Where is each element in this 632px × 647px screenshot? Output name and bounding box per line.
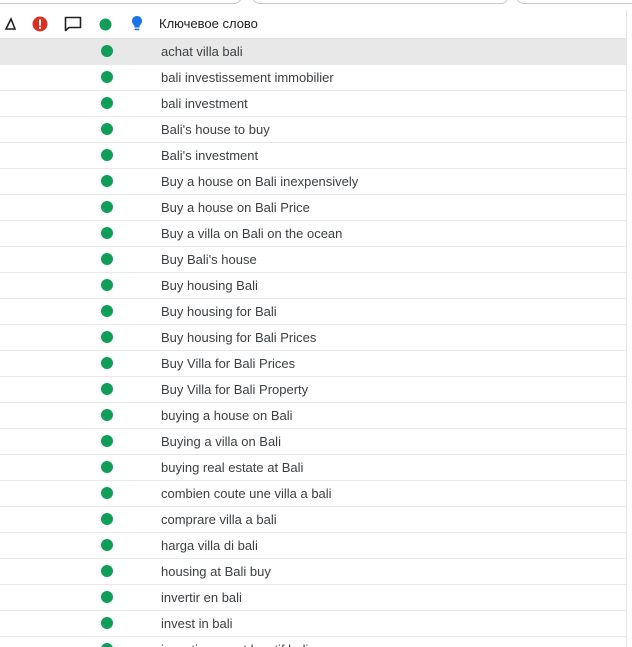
keyword-cell[interactable]: invest in bali	[161, 611, 233, 636]
keyword-cell[interactable]: housing at Bali buy	[161, 559, 271, 584]
status-dot-icon	[101, 565, 113, 577]
keyword-cell[interactable]: achat villa bali	[161, 39, 243, 64]
table-row[interactable]: Buy a villa on Bali on the ocean	[0, 221, 627, 247]
table-row[interactable]: Buy Villa for Bali Property	[0, 377, 627, 403]
table-row[interactable]: investissement locatif bali	[0, 637, 627, 647]
keyword-cell[interactable]: bali investissement immobilier	[161, 65, 334, 90]
status-dot-icon	[101, 461, 113, 473]
toolbar-control-edge[interactable]	[252, 0, 509, 4]
status-dot-icon	[101, 383, 113, 395]
table-row[interactable]: Buy housing Bali	[0, 273, 627, 299]
status-dot-icon	[101, 45, 113, 57]
keyword-cell[interactable]: Buy Villa for Bali Prices	[161, 351, 295, 376]
keyword-cell[interactable]: Bali's investment	[161, 143, 258, 168]
keyword-cell[interactable]: harga villa di bali	[161, 533, 258, 558]
comment-icon[interactable]	[62, 10, 84, 38]
status-dot-icon	[101, 357, 113, 369]
table-row[interactable]: harga villa di bali	[0, 533, 627, 559]
keyword-cell[interactable]: Buy a villa on Bali on the ocean	[161, 221, 342, 246]
table-row[interactable]: combien coute une villa a bali	[0, 481, 627, 507]
keyword-column-header[interactable]: Ключевое слово	[159, 10, 258, 38]
table-row[interactable]: comprare villa a bali	[0, 507, 627, 533]
table-row[interactable]: achat villa bali	[0, 39, 627, 65]
keyword-cell[interactable]: Buy Bali's house	[161, 247, 257, 272]
status-dot-icon[interactable]	[96, 10, 114, 38]
triangle-icon[interactable]	[0, 10, 18, 38]
status-dot-icon	[101, 227, 113, 239]
table-body: achat villa bali bali investissement immo…	[0, 39, 627, 647]
status-dot-icon	[101, 643, 113, 647]
table-row[interactable]: Buying a villa on Bali	[0, 429, 627, 455]
keyword-cell[interactable]: invertir en bali	[161, 585, 242, 610]
keyword-cell[interactable]: Buy a house on Bali inexpensively	[161, 169, 358, 194]
status-dot-icon	[101, 331, 113, 343]
keyword-cell[interactable]: Bali's house to buy	[161, 117, 270, 142]
status-dot-icon	[101, 617, 113, 629]
keyword-cell[interactable]: bali investment	[161, 91, 248, 116]
keyword-cell[interactable]: Buy housing Bali	[161, 273, 258, 298]
status-dot-icon	[101, 409, 113, 421]
toolbar-remnant	[0, 0, 632, 10]
table-row[interactable]: Bali's house to buy	[0, 117, 627, 143]
keyword-cell[interactable]: combien coute une villa a bali	[161, 481, 332, 506]
keyword-table: Ключевое слово achat villa bali bali inve…	[0, 10, 627, 647]
status-dot-icon	[101, 175, 113, 187]
table-row[interactable]: invertir en bali	[0, 585, 627, 611]
lightbulb-icon[interactable]	[128, 10, 146, 38]
table-row[interactable]: Buy housing for Bali Prices	[0, 325, 627, 351]
status-dot-icon	[101, 513, 113, 525]
status-dot-icon	[101, 539, 113, 551]
status-dot-icon	[101, 149, 113, 161]
table-row[interactable]: Buy a house on Bali inexpensively	[0, 169, 627, 195]
table-row[interactable]: Buy a house on Bali Price	[0, 195, 627, 221]
keyword-cell[interactable]: comprare villa a bali	[161, 507, 277, 532]
table-row[interactable]: Bali's investment	[0, 143, 627, 169]
keyword-cell[interactable]: buying real estate at Bali	[161, 455, 303, 480]
keyword-cell[interactable]: Buy housing for Bali	[161, 299, 277, 324]
table-row[interactable]: housing at Bali buy	[0, 559, 627, 585]
status-dot-icon	[101, 591, 113, 603]
keyword-cell[interactable]: Buy a house on Bali Price	[161, 195, 310, 220]
toolbar-control-edge[interactable]	[0, 0, 242, 4]
keyword-cell[interactable]: investissement locatif bali	[161, 637, 308, 647]
table-row[interactable]: bali investment	[0, 91, 627, 117]
status-dot-icon	[101, 201, 113, 213]
toolbar-control-edge[interactable]	[516, 0, 632, 4]
keyword-cell[interactable]: buying a house on Bali	[161, 403, 293, 428]
table-right-border	[626, 10, 627, 647]
table-row[interactable]: Buy Villa for Bali Prices	[0, 351, 627, 377]
status-dot-icon	[101, 97, 113, 109]
status-dot-icon	[101, 71, 113, 83]
status-dot-icon	[101, 487, 113, 499]
table-row[interactable]: buying a house on Bali	[0, 403, 627, 429]
keyword-cell[interactable]: Buying a villa on Bali	[161, 429, 281, 454]
table-row[interactable]: buying real estate at Bali	[0, 455, 627, 481]
status-dot-icon	[101, 305, 113, 317]
table-header: Ключевое слово	[0, 10, 627, 39]
status-dot-icon	[101, 123, 113, 135]
table-row[interactable]: bali investissement immobilier	[0, 65, 627, 91]
status-dot-icon	[101, 279, 113, 291]
error-icon[interactable]	[30, 10, 50, 38]
status-dot-icon	[101, 435, 113, 447]
table-row[interactable]: invest in bali	[0, 611, 627, 637]
keyword-cell[interactable]: Buy housing for Bali Prices	[161, 325, 316, 350]
table-row[interactable]: Buy Bali's house	[0, 247, 627, 273]
keyword-cell[interactable]: Buy Villa for Bali Property	[161, 377, 308, 402]
status-dot-icon	[101, 253, 113, 265]
table-row[interactable]: Buy housing for Bali	[0, 299, 627, 325]
